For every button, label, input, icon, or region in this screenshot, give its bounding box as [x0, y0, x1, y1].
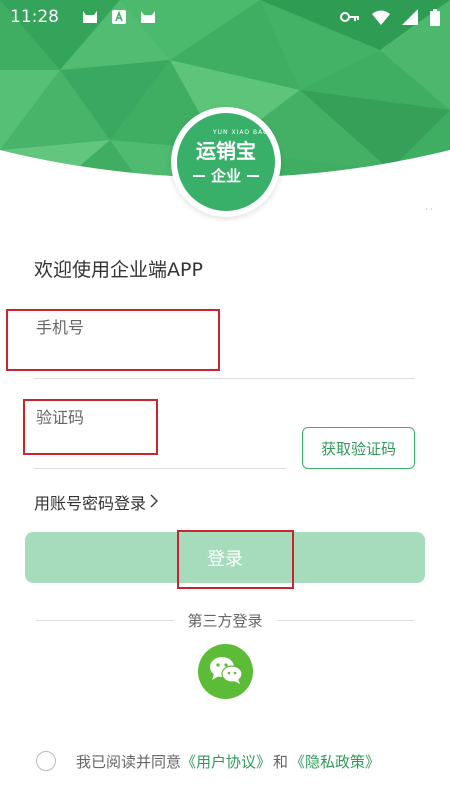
- user-agreement-link[interactable]: 《用户协议》: [181, 751, 271, 772]
- account-password-login-link[interactable]: 用账号密码登录: [34, 490, 159, 514]
- logo-badge: YUN XIAO BAO 运销宝 企业: [177, 113, 275, 211]
- phone-input-underline: [34, 378, 415, 379]
- app-logo: YUN XIAO BAO 运销宝 企业: [171, 107, 281, 217]
- divider-line: [36, 619, 174, 621]
- highlight-box-login: [177, 530, 294, 589]
- privacy-policy-link[interactable]: 《隐私政策》: [290, 751, 380, 772]
- welcome-title: 欢迎使用企业端APP: [34, 259, 203, 281]
- agreement-row: 我已阅读并同意 《用户协议》 和 《隐私政策》: [36, 750, 436, 772]
- agreement-radio[interactable]: [36, 751, 56, 771]
- wifi-icon: [372, 10, 390, 25]
- wechat-login-button[interactable]: [198, 644, 253, 699]
- decorative-dots: · ·: [425, 205, 433, 214]
- chevron-right-icon: [150, 493, 159, 512]
- agreement-prefix: 我已阅读并同意: [76, 752, 182, 771]
- logo-divider: [192, 174, 205, 177]
- agreement-and: 和: [273, 752, 289, 771]
- logo-brand: 运销宝: [196, 139, 256, 163]
- third-party-divider: 第三方登录: [36, 610, 415, 630]
- code-input-underline: [34, 468, 286, 469]
- divider-line: [276, 619, 415, 621]
- cat-icon: [139, 9, 157, 25]
- logo-tag: 企业: [210, 167, 241, 185]
- signal-icon: [402, 9, 418, 25]
- account-login-label: 用账号密码登录: [34, 494, 147, 513]
- highlight-box-code: [23, 399, 158, 455]
- third-party-label: 第三方登录: [187, 611, 263, 630]
- logo-divider: [247, 174, 259, 177]
- battery-icon: [430, 8, 440, 26]
- key-icon: [340, 11, 360, 23]
- text-a-icon: [111, 9, 127, 25]
- highlight-box-phone: [6, 309, 220, 371]
- wechat-icon: [208, 655, 244, 689]
- cat-icon: [81, 9, 99, 25]
- status-time: 11:28: [10, 7, 59, 27]
- get-code-button[interactable]: 获取验证码: [302, 427, 415, 469]
- status-bar: 11:28: [0, 0, 450, 34]
